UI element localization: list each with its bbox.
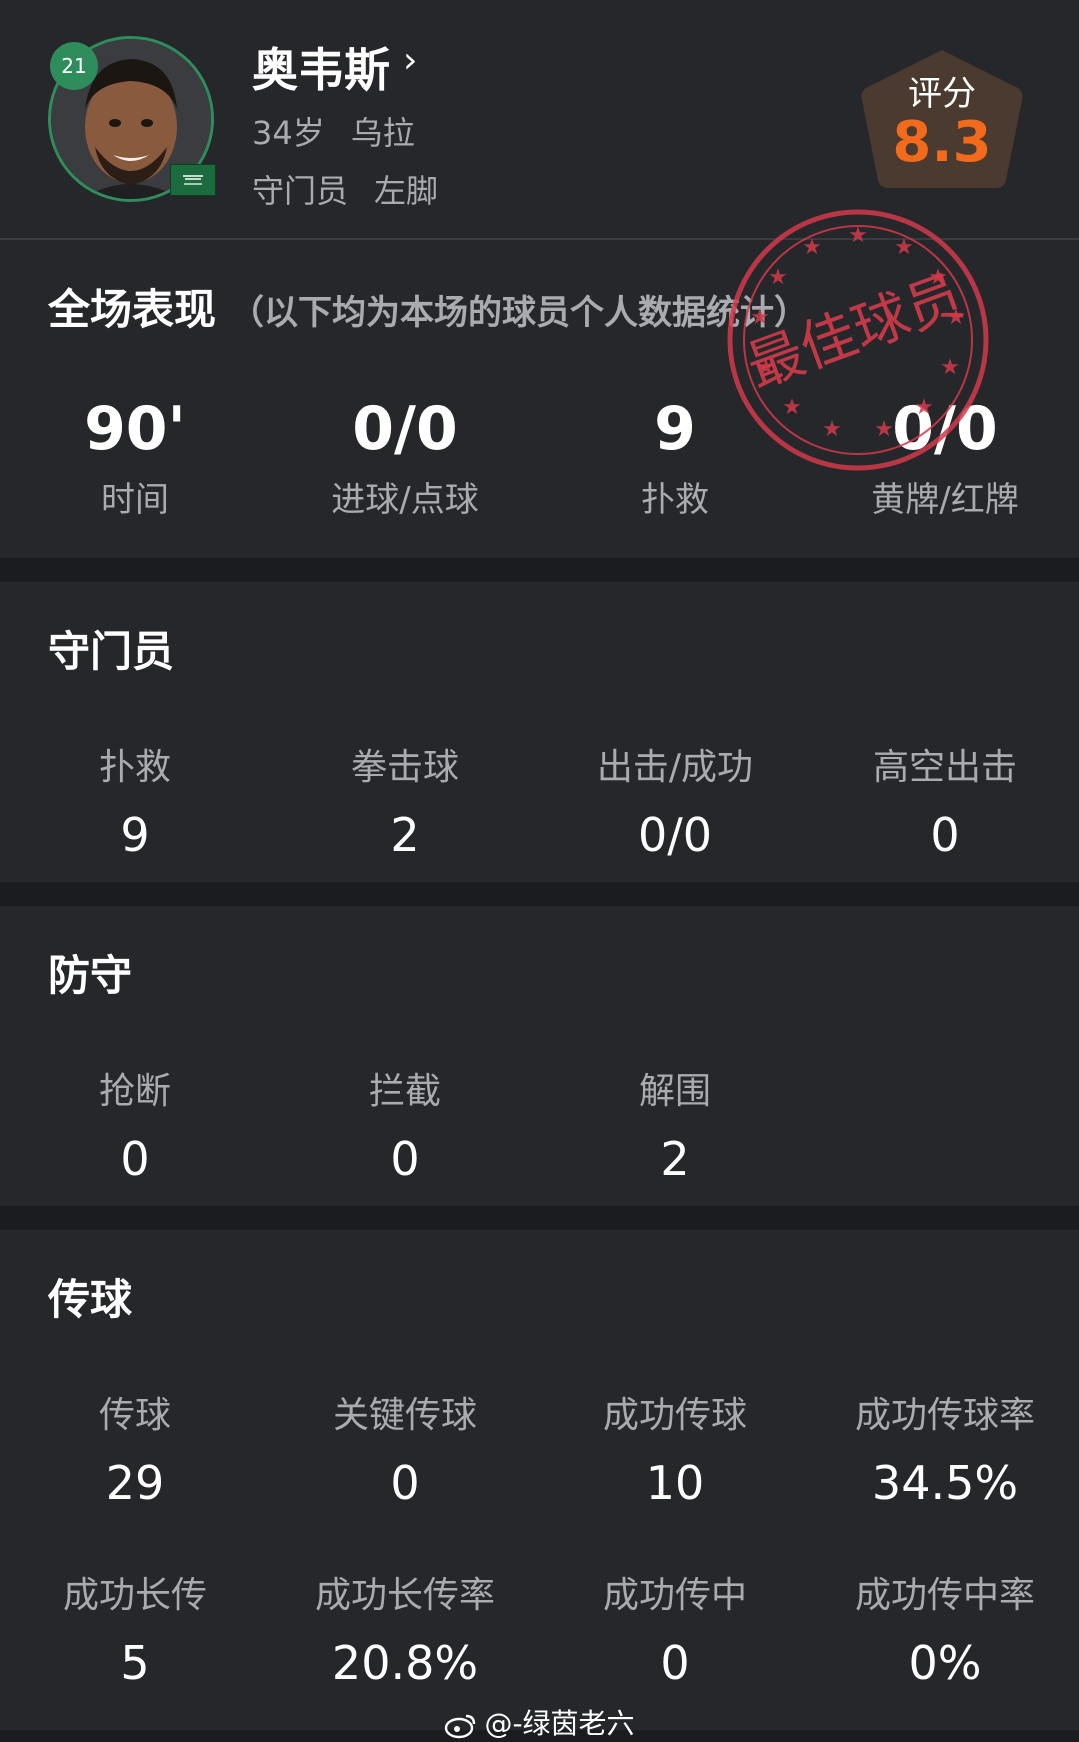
stat-label: 成功传球: [602, 1395, 747, 1436]
passing-stat: 成功传球率 34.5%: [810, 1386, 1079, 1510]
chevron-right-icon[interactable]: ›: [403, 40, 417, 81]
svg-text:★: ★: [914, 395, 934, 420]
player-position: 守门员: [252, 172, 349, 210]
passing-stat: 成功长传率 20.8%: [270, 1566, 540, 1690]
svg-text:★: ★: [940, 355, 960, 380]
stat-label: 成功传球率: [854, 1395, 1035, 1436]
rating-label: 评分: [908, 74, 976, 114]
stat-label: 拳击球: [350, 747, 459, 788]
watermark-text: @-绿茵老六: [484, 1707, 635, 1740]
stat-label: 进球/点球: [331, 480, 479, 520]
watermark: @-绿茵老六: [0, 1702, 1079, 1742]
svg-text:★: ★: [894, 235, 914, 260]
defense-title: 防守: [48, 951, 133, 1000]
svg-text:★: ★: [782, 395, 802, 420]
stat-value: 0%: [908, 1636, 982, 1690]
goalkeeper-section: 守门员 扑救 9 拳击球 2 出击/成功 0/0 高空出击 0: [0, 582, 1079, 882]
passing-stat: 传球 29: [0, 1386, 270, 1510]
stat-label: 抢断: [98, 1071, 171, 1112]
defense-section: 防守 抢断 0 拦截 0 解围 2: [0, 906, 1079, 1206]
stat-value: 20.8%: [331, 1636, 479, 1690]
stat-label: 成功传中率: [854, 1575, 1035, 1616]
stat-goals-penalties: 0/0 进球/点球: [270, 394, 540, 521]
stat-value: 34.5%: [871, 1456, 1019, 1510]
player-name[interactable]: 奥韦斯: [252, 34, 390, 100]
player-meta-line-2: 守门员 左脚: [252, 166, 464, 212]
passing-stat: 成功传球 10: [540, 1386, 810, 1510]
stat-value: 0/0: [637, 808, 713, 862]
gk-stat: 出击/成功 0/0: [540, 738, 810, 862]
rating-badge: 评分 8.3: [858, 44, 1026, 194]
stat-label: 时间: [101, 480, 169, 520]
defense-stat: 拦截 0: [270, 1062, 540, 1186]
overall-title-text: 全场表现: [48, 285, 217, 334]
passing-stat: 成功传中率 0%: [810, 1566, 1079, 1690]
passing-section: 传球 传球 29 关键传球 0 成功传球 10 成功传球率 34.5% 成功长传…: [0, 1230, 1079, 1730]
stat-value: 10: [645, 1456, 705, 1510]
passing-stat: 成功传中 0: [540, 1566, 810, 1690]
defense-stat: 抢断 0: [0, 1062, 270, 1186]
stat-label: 解围: [638, 1071, 711, 1112]
gk-stat: 拳击球 2: [270, 738, 540, 862]
stat-label: 关键传球: [332, 1395, 477, 1436]
stat-value: 29: [105, 1456, 165, 1510]
weibo-icon: [445, 1714, 476, 1739]
stat-value: 2: [660, 1132, 690, 1186]
stat-value: 9: [120, 808, 150, 862]
defense-stat: 解围 2: [540, 1062, 810, 1186]
stat-label: 出击/成功: [596, 747, 754, 788]
best-player-stamp: ★ ★ ★ ★ ★ ★ ★ ★ ★ ★ ★ ★ ★ 最佳球员: [718, 200, 998, 480]
stat-value: 90': [84, 394, 186, 464]
stat-value: 0: [120, 1132, 150, 1186]
stat-minutes: 90' 时间: [0, 394, 270, 521]
passing-title: 传球: [48, 1275, 133, 1324]
stat-value: 0: [930, 808, 960, 862]
gk-stat: 高空出击 0: [810, 738, 1079, 862]
stat-value: 2: [390, 808, 420, 862]
player-foot: 左脚: [374, 172, 439, 210]
overall-title: 全场表现 （以下均为本场的球员个人数据统计）: [48, 276, 808, 337]
rating-value: 8.3: [892, 110, 992, 175]
gk-stat: 扑救 9: [0, 738, 270, 862]
saudi-flag-icon: [170, 164, 216, 196]
stat-label: 拦截: [368, 1071, 441, 1112]
stat-label: 扑救: [98, 747, 171, 788]
svg-text:★: ★: [848, 223, 868, 248]
svg-text:★: ★: [750, 305, 770, 330]
stat-label: 传球: [98, 1395, 171, 1436]
jersey-number-badge: 21: [50, 42, 98, 90]
passing-stat: 关键传球 0: [270, 1386, 540, 1510]
player-country: 乌拉: [350, 114, 415, 152]
stat-value: 0: [660, 1636, 690, 1690]
stat-value: 0: [390, 1132, 420, 1186]
svg-text:★: ★: [822, 417, 842, 442]
stat-value: 0: [390, 1456, 420, 1510]
player-meta-line-1: 34岁 乌拉: [252, 108, 441, 154]
stat-label: 高空出击: [872, 747, 1017, 788]
player-age: 34岁: [252, 114, 325, 152]
stat-label: 成功传中: [602, 1575, 747, 1616]
svg-text:★: ★: [802, 235, 822, 260]
stat-value: 5: [120, 1636, 150, 1690]
stat-label: 成功长传率: [314, 1575, 495, 1616]
passing-stat: 成功长传 5: [0, 1566, 270, 1690]
stat-label: 成功长传: [62, 1575, 207, 1616]
goalkeeper-title: 守门员: [48, 627, 175, 676]
svg-text:★: ★: [768, 265, 788, 290]
svg-text:★: ★: [874, 417, 894, 442]
stat-value: 0/0: [352, 394, 458, 464]
